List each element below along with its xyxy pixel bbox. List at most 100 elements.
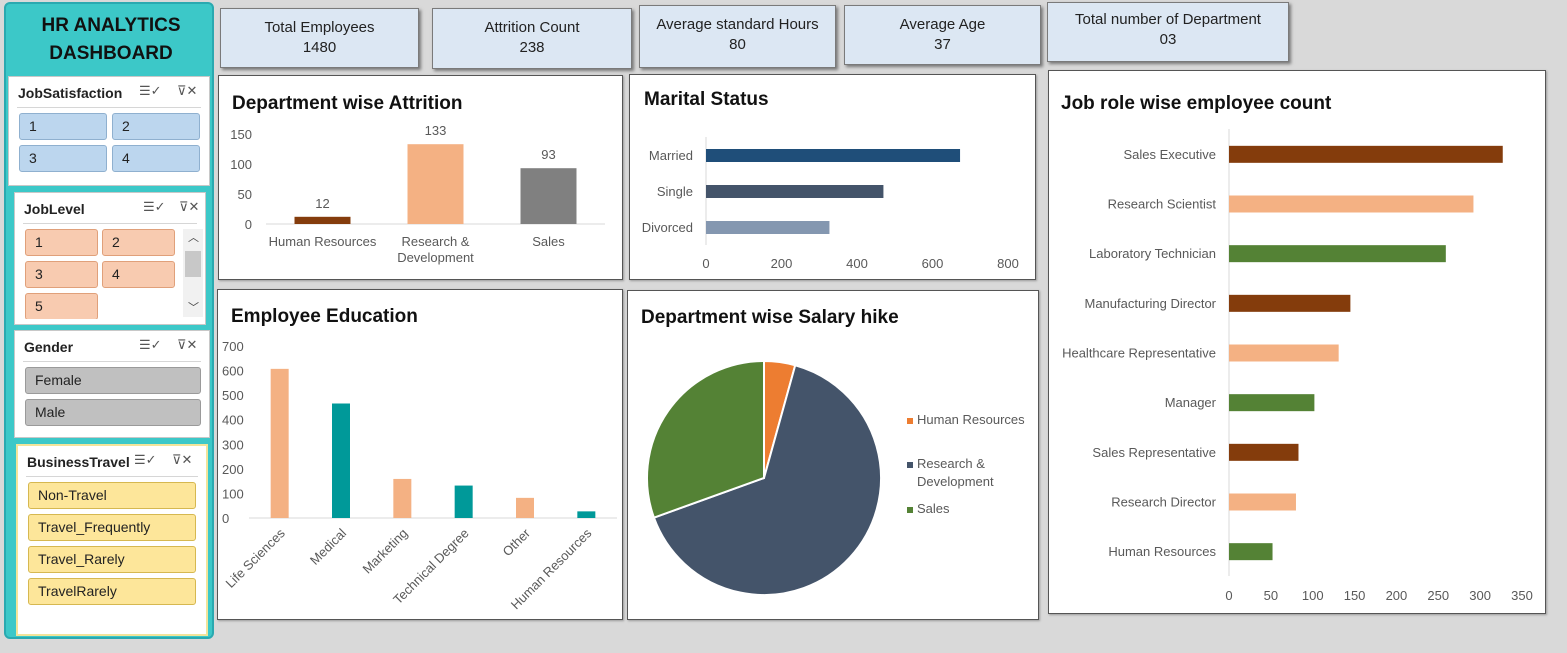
multi-select-icon[interactable]: ☰✓ bbox=[139, 337, 162, 353]
bar bbox=[1229, 195, 1474, 213]
x-tick-label: 350 bbox=[1511, 588, 1533, 603]
legend-label: Development bbox=[917, 474, 994, 489]
divider bbox=[23, 361, 201, 362]
chart-employee-education: Employee Education 0 100 200 300 400 500 600 70… bbox=[217, 289, 623, 620]
multi-select-icon[interactable]: ☰✓ bbox=[143, 199, 166, 215]
data-label: 93 bbox=[541, 147, 555, 162]
slicer-item[interactable]: 3 bbox=[19, 145, 107, 172]
bar bbox=[1229, 344, 1339, 362]
slicer-item[interactable]: 4 bbox=[112, 145, 200, 172]
kpi-card-total-employees: Total Employees 1480 bbox=[220, 8, 419, 68]
y-tick-label: 50 bbox=[238, 187, 252, 202]
x-tick-label: 100 bbox=[1302, 588, 1324, 603]
y-tick-label: Research Director bbox=[1111, 495, 1216, 510]
chart-plot: 0 100 200 300 400 500 600 700 Life Sciences Medic… bbox=[222, 339, 617, 612]
y-tick-label: Research Scientist bbox=[1108, 197, 1217, 212]
divider bbox=[23, 223, 197, 224]
kpi-value: 03 bbox=[1159, 31, 1177, 48]
legend-swatch bbox=[907, 418, 913, 424]
slicer-item[interactable]: Non-Travel bbox=[28, 482, 196, 509]
kpi-label: Total Employees bbox=[264, 19, 375, 36]
kpi-value: 37 bbox=[934, 36, 951, 53]
bar bbox=[516, 497, 534, 518]
multi-select-icon[interactable]: ☰✓ bbox=[139, 83, 162, 99]
divider bbox=[26, 476, 198, 477]
x-tick-label: Sales bbox=[532, 234, 565, 249]
slicer-item[interactable]: 1 bbox=[25, 229, 98, 256]
x-tick-label: 600 bbox=[922, 256, 944, 271]
x-tick-label: 0 bbox=[1225, 588, 1232, 603]
x-tick-label: 150 bbox=[1344, 588, 1366, 603]
y-tick-label: Manager bbox=[1165, 395, 1217, 410]
slicer-item[interactable]: 1 bbox=[19, 113, 107, 140]
bar bbox=[270, 368, 289, 518]
sidebar-panel: HR ANALYTICS DASHBOARD JobSatisfaction ☰… bbox=[4, 2, 214, 639]
slicer-item[interactable]: 5 bbox=[25, 293, 98, 319]
y-tick-label: 0 bbox=[222, 511, 229, 526]
slicer-item[interactable]: 2 bbox=[112, 113, 200, 140]
slicer-item[interactable]: Travel_Rarely bbox=[28, 546, 196, 573]
bar bbox=[407, 144, 464, 224]
y-tick-label: 200 bbox=[222, 462, 244, 477]
scrollbar-thumb[interactable] bbox=[185, 251, 201, 277]
kpi-card-department-count: Total number of Department 03 bbox=[1047, 2, 1289, 62]
legend-swatch bbox=[907, 507, 913, 513]
y-tick-label: Sales Representative bbox=[1092, 445, 1216, 460]
chart-department-attrition: Department wise Attrition 0 50 100 150 12 Hum… bbox=[218, 75, 623, 280]
chart-plot: Sales Executive Research Scientist Laborat… bbox=[1062, 129, 1533, 603]
chart-plot: 0 50 100 150 12 Human Resources 133 Research &D… bbox=[230, 123, 605, 265]
x-tick-label: Research & bbox=[402, 234, 470, 249]
slicer-title: Gender bbox=[24, 339, 74, 355]
slicer-item[interactable]: 2 bbox=[102, 229, 175, 256]
multi-select-icon[interactable]: ☰✓ bbox=[134, 452, 157, 468]
scrollbar[interactable]: ︿ ﹀ bbox=[183, 229, 203, 317]
y-tick-label: Laboratory Technician bbox=[1089, 246, 1216, 261]
bar bbox=[1229, 443, 1299, 461]
dashboard-title-line1: HR ANALYTICS bbox=[41, 15, 181, 36]
y-tick-label: Sales Executive bbox=[1124, 147, 1217, 162]
slicer-item[interactable]: Female bbox=[25, 367, 201, 394]
slicer-title: JobLevel bbox=[24, 201, 85, 217]
slicer-item[interactable]: Male bbox=[25, 399, 201, 426]
y-tick-label: 700 bbox=[222, 339, 244, 354]
legend-label: Sales bbox=[917, 501, 950, 516]
slicer-title: JobSatisfaction bbox=[18, 85, 123, 101]
bar bbox=[393, 478, 412, 518]
bar bbox=[706, 149, 961, 162]
data-label: 12 bbox=[315, 196, 329, 211]
scroll-down-icon[interactable]: ﹀ bbox=[188, 299, 199, 315]
bar bbox=[1229, 245, 1446, 263]
y-tick-label: Healthcare Representative bbox=[1062, 346, 1216, 361]
slicer-item[interactable]: 4 bbox=[102, 261, 175, 288]
x-tick-label: 800 bbox=[997, 256, 1019, 271]
slicer-item[interactable]: 3 bbox=[25, 261, 98, 288]
x-tick-label: Medical bbox=[307, 525, 349, 567]
dashboard-title-line2: DASHBOARD bbox=[49, 43, 173, 64]
clear-filter-icon[interactable]: ⊽✕ bbox=[179, 199, 199, 215]
x-tick-label: 50 bbox=[1264, 588, 1278, 603]
bar bbox=[1229, 145, 1503, 163]
y-tick-label: Divorced bbox=[642, 220, 693, 235]
x-tick-label: 300 bbox=[1469, 588, 1491, 603]
kpi-label: Total number of Department bbox=[1075, 11, 1261, 28]
legend-label: Research & bbox=[917, 456, 985, 471]
bar bbox=[577, 511, 596, 518]
kpi-card-average-hours: Average standard Hours 80 bbox=[639, 5, 836, 68]
chart-marital-status: Marital Status Married Single Divorced 0 200… bbox=[629, 74, 1036, 280]
slicer-item[interactable]: Travel_Frequently bbox=[28, 514, 196, 541]
clear-filter-icon[interactable]: ⊽✕ bbox=[177, 337, 197, 353]
kpi-value: 80 bbox=[729, 36, 746, 53]
bar bbox=[1229, 394, 1315, 412]
kpi-card-average-age: Average Age 37 bbox=[844, 5, 1041, 65]
slicer-business-travel: BusinessTravel ☰✓ ⊽✕ Non-Travel Travel_F… bbox=[16, 444, 208, 636]
x-tick-label: Life Sciences bbox=[223, 525, 289, 591]
scroll-up-icon[interactable]: ︿ bbox=[188, 229, 199, 245]
clear-filter-icon[interactable]: ⊽✕ bbox=[172, 452, 192, 468]
x-tick-label: 200 bbox=[771, 256, 793, 271]
x-tick-label: Other bbox=[500, 525, 534, 559]
clear-filter-icon[interactable]: ⊽✕ bbox=[177, 83, 197, 99]
slicer-item[interactable]: TravelRarely bbox=[28, 578, 196, 605]
y-tick-label: 500 bbox=[222, 388, 244, 403]
y-tick-label: Married bbox=[649, 148, 693, 163]
y-tick-label: 400 bbox=[222, 413, 244, 428]
